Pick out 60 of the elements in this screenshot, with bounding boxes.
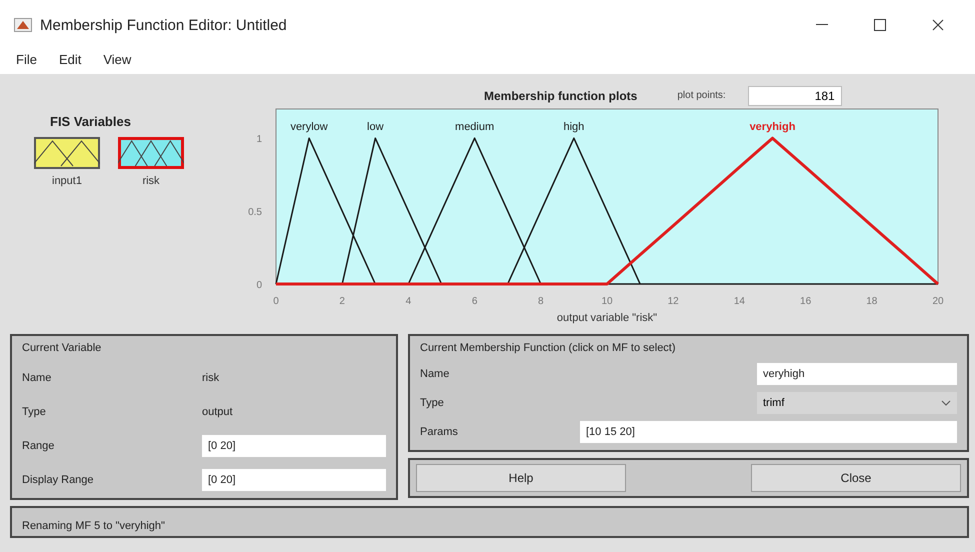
variable-icon[interactable]	[34, 137, 100, 169]
input-field[interactable]: [0 20]	[202, 469, 386, 491]
field-label: Type	[22, 406, 47, 418]
section-title: FIS Variables	[50, 114, 131, 129]
field-label: Type	[420, 397, 445, 409]
tick-label: 14	[734, 296, 745, 308]
tick-label: 6	[472, 296, 478, 308]
field-value: risk	[202, 372, 220, 384]
field-label: Name	[22, 372, 52, 384]
tick-label: 10	[601, 296, 613, 308]
membership-curve[interactable]	[275, 138, 376, 285]
menu-item[interactable]: File	[16, 52, 37, 66]
window-title: Membership Function Editor: Untitled	[40, 16, 288, 34]
tick-label: 8	[538, 296, 544, 308]
field-value: output	[202, 406, 234, 418]
tick-label: 4	[406, 296, 412, 308]
dialog-button[interactable]: Close	[751, 464, 961, 492]
tick-label: 16	[800, 296, 812, 308]
minimize-icon	[816, 24, 828, 26]
menu-item[interactable]: View	[103, 52, 132, 66]
mf-label[interactable]: verylow	[290, 122, 328, 134]
membership-curve[interactable]	[341, 138, 442, 285]
tick-label: 0	[273, 296, 279, 308]
tick-label: 1	[256, 134, 262, 146]
axis-label: output variable "risk"	[556, 312, 658, 324]
panel-title: Current Variable	[22, 342, 102, 354]
field-label: Params	[420, 426, 459, 438]
input-field[interactable]: veryhigh	[757, 363, 957, 385]
dialog-button[interactable]: Help	[416, 464, 626, 492]
field-label: Display Range	[22, 474, 95, 486]
status-text: Renaming MF 5 to "veryhigh"	[22, 520, 165, 532]
input-field[interactable]: [10 15 20]	[580, 421, 957, 443]
membership-curve[interactable]	[408, 138, 542, 285]
tick-label: 0	[256, 280, 262, 292]
chart-title: Membership function plots	[484, 88, 638, 103]
tick-label: 2	[339, 296, 345, 308]
app-icon	[14, 18, 32, 32]
close-icon	[932, 19, 944, 31]
variable-label: risk	[142, 175, 160, 187]
tick-label: 12	[668, 296, 679, 308]
variable-label: input1	[52, 175, 82, 187]
tick-label: 18	[866, 296, 878, 308]
membership-curve[interactable]	[507, 138, 641, 285]
field-label: plot points:	[677, 90, 726, 102]
panel-title: Current Membership Function (click on MF to select)	[420, 342, 677, 354]
variable-icon[interactable]	[118, 137, 184, 169]
mf-label[interactable]: veryhigh	[750, 122, 796, 134]
type-dropdown[interactable]: trimf	[757, 392, 957, 414]
field-label: Range	[22, 440, 56, 452]
mf-label[interactable]: medium	[455, 122, 494, 134]
chevron-icon	[941, 400, 951, 406]
mf-label[interactable]: high	[564, 122, 584, 134]
menu-item[interactable]: Edit	[58, 52, 82, 66]
tick-label: 0.5	[248, 208, 262, 218]
mf-label[interactable]: low	[367, 122, 384, 134]
plot-points-field[interactable]: 181	[748, 86, 842, 106]
field-label: Name	[420, 368, 450, 380]
maximize-icon	[874, 19, 886, 31]
input-field[interactable]: [0 20]	[202, 435, 386, 457]
tick-label: 20	[932, 296, 944, 308]
